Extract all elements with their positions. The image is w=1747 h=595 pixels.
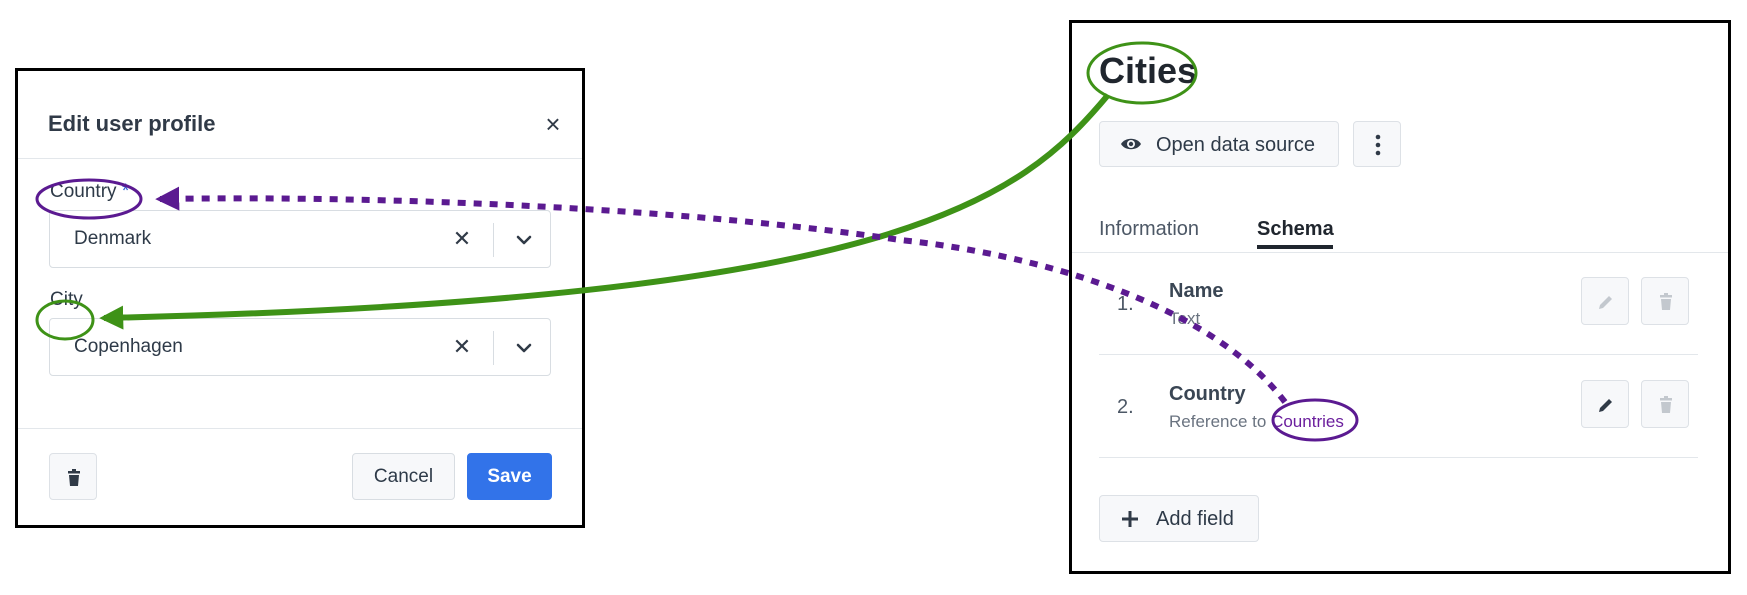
tab-information[interactable]: Information xyxy=(1099,218,1199,241)
active-tab-indicator xyxy=(1257,245,1333,249)
tab-schema[interactable]: Schema xyxy=(1257,218,1334,241)
delete-button[interactable] xyxy=(49,453,97,500)
add-field-label: Add field xyxy=(1156,508,1234,530)
chevron-down-icon[interactable] xyxy=(513,338,535,358)
clear-icon[interactable]: ✕ xyxy=(450,334,474,360)
plus-icon xyxy=(1122,511,1138,527)
city-value: Copenhagen xyxy=(74,336,183,357)
divider xyxy=(18,428,582,429)
reference-link[interactable]: Countries xyxy=(1271,412,1344,431)
divider xyxy=(493,331,494,365)
field-number: 2. xyxy=(1117,396,1134,418)
add-field-button[interactable]: Add field xyxy=(1099,495,1259,542)
field-name: Country xyxy=(1169,383,1246,405)
field-type: Reference to Countries xyxy=(1169,412,1344,432)
kebab-icon xyxy=(1375,134,1381,156)
dialog-title: Edit user profile xyxy=(48,111,216,136)
pencil-icon xyxy=(1599,399,1612,412)
divider xyxy=(1099,354,1698,355)
trash-icon xyxy=(68,469,80,486)
delete-button[interactable] xyxy=(1641,380,1689,428)
pencil-icon xyxy=(1599,296,1612,309)
country-label: Country * xyxy=(50,181,129,203)
country-value: Denmark xyxy=(74,228,152,249)
trash-icon xyxy=(1660,293,1672,310)
eye-icon xyxy=(1121,138,1141,150)
divider xyxy=(1099,457,1698,458)
divider xyxy=(493,223,494,257)
field-type-text: Reference to xyxy=(1169,412,1267,431)
delete-button[interactable] xyxy=(1641,277,1689,325)
close-icon[interactable]: × xyxy=(540,111,566,137)
open-data-source-label: Open data source xyxy=(1156,134,1315,156)
save-button[interactable]: Save xyxy=(467,453,552,500)
cancel-button[interactable]: Cancel xyxy=(352,453,455,500)
edit-user-profile-dialog: Edit user profile × Country * Denmark ✕ … xyxy=(15,68,585,528)
clear-icon[interactable]: ✕ xyxy=(450,226,474,252)
country-label-text: Country xyxy=(50,181,117,202)
trash-icon xyxy=(1660,396,1672,413)
edit-button[interactable] xyxy=(1581,277,1629,325)
page-title: Cities xyxy=(1099,50,1198,91)
required-mark: * xyxy=(121,181,130,202)
city-select[interactable]: Copenhagen ✕ xyxy=(49,318,551,376)
more-options-button[interactable] xyxy=(1353,121,1401,167)
country-select[interactable]: Denmark ✕ xyxy=(49,210,551,268)
field-number: 1. xyxy=(1117,293,1134,315)
divider xyxy=(1072,252,1728,253)
edit-button[interactable] xyxy=(1581,380,1629,428)
city-label: City xyxy=(50,289,83,310)
chevron-down-icon[interactable] xyxy=(513,230,535,250)
cities-panel: Cities Open data source Information Sche… xyxy=(1069,20,1731,574)
field-type: Text xyxy=(1169,309,1201,328)
divider xyxy=(18,158,582,159)
field-name: Name xyxy=(1169,280,1224,302)
open-data-source-button[interactable]: Open data source xyxy=(1099,121,1339,167)
